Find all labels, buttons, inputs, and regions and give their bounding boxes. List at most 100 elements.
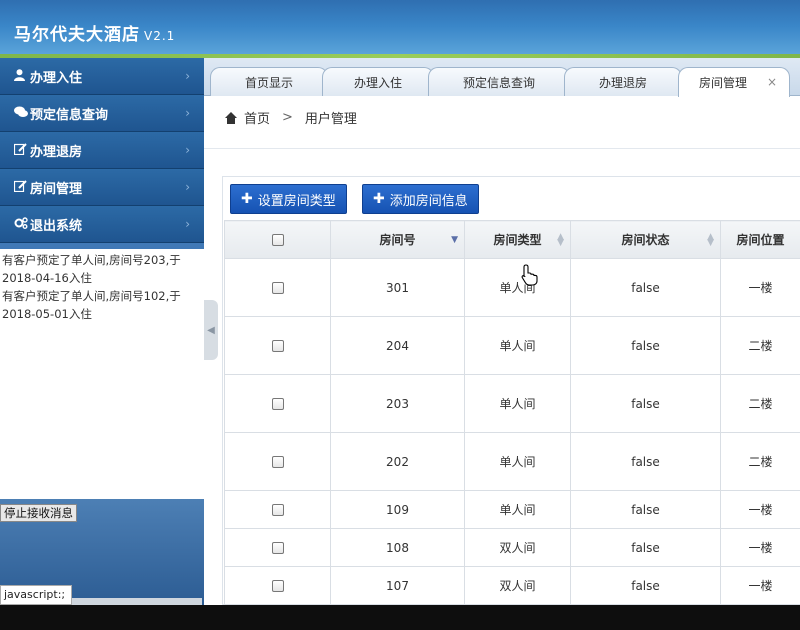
column-label: 房间状态 bbox=[621, 233, 670, 247]
cell-room-type: 单人间 bbox=[464, 490, 571, 529]
column-label: 房间号 bbox=[379, 233, 416, 247]
cell-room-status: false bbox=[570, 432, 721, 491]
select-all-checkbox[interactable] bbox=[271, 234, 284, 246]
table-row[interactable]: 109 单人间 false 一楼 bbox=[224, 490, 800, 529]
cell-room-status: false bbox=[570, 316, 721, 375]
row-select-cell bbox=[224, 316, 331, 375]
cell-room-status: false bbox=[570, 566, 721, 605]
room-table: 房间号 ▼ 房间类型 ▲ ▼ 房间状态 ▲ ▼ 房间位置 301 单人间 false 一楼… bbox=[224, 220, 800, 605]
set-room-type-button[interactable]: ✚ 设置房间类型 bbox=[230, 184, 347, 214]
cell-room-no: 109 bbox=[330, 490, 465, 529]
sidebar-collapse-handle[interactable]: ◀ bbox=[204, 300, 218, 360]
stop-receiving-button[interactable]: 停止接收消息 bbox=[0, 504, 77, 522]
table-row[interactable]: 301 单人间 false 一楼 bbox=[224, 258, 800, 317]
button-label: 添加房间信息 bbox=[389, 193, 468, 209]
cell-room-location: 一楼 bbox=[720, 490, 800, 529]
tab-checkout[interactable]: 办理退房 bbox=[564, 67, 682, 96]
app-version: V2.1 bbox=[144, 29, 176, 43]
cell-room-status: false bbox=[570, 528, 721, 567]
table-header-row: 房间号 ▼ 房间类型 ▲ ▼ 房间状态 ▲ ▼ 房间位置 bbox=[224, 220, 800, 259]
tab-label: 办理入住 bbox=[353, 75, 402, 90]
button-label: 设置房间类型 bbox=[257, 193, 336, 209]
row-checkbox[interactable] bbox=[271, 398, 284, 410]
sidebar-item-room-management[interactable]: 房间管理 › bbox=[0, 169, 204, 206]
sidebar-item-checkout[interactable]: 办理退房 › bbox=[0, 132, 204, 169]
cell-room-location: 一楼 bbox=[720, 566, 800, 605]
sidebar-item-checkin[interactable]: 办理入住 › bbox=[0, 58, 204, 95]
cell-room-location: 一楼 bbox=[720, 528, 800, 567]
user-icon bbox=[14, 68, 30, 84]
row-checkbox[interactable] bbox=[271, 456, 284, 468]
gears-icon bbox=[14, 216, 30, 232]
cell-room-status: false bbox=[570, 374, 721, 433]
table-row[interactable]: 107 双人间 false 一楼 bbox=[224, 566, 800, 605]
message-item: 有客户预定了单人间,房间号203,于2018-04-16入住 bbox=[2, 253, 181, 285]
row-checkbox[interactable] bbox=[271, 504, 284, 516]
plus-icon: ✚ bbox=[241, 191, 253, 207]
close-icon[interactable]: × bbox=[767, 75, 777, 89]
chevron-right-icon: › bbox=[185, 180, 190, 194]
cell-room-type: 单人间 bbox=[464, 316, 571, 375]
sidebar-item-label: 房间管理 bbox=[30, 181, 83, 197]
table-row[interactable]: 203 单人间 false 二楼 bbox=[224, 374, 800, 433]
message-item: 有客户预定了单人间,房间号102,于2018-05-01入住 bbox=[2, 289, 181, 321]
column-header-room-location[interactable]: 房间位置 bbox=[720, 220, 800, 259]
column-header-room-no[interactable]: 房间号 ▼ bbox=[330, 220, 465, 259]
sort-desc-icon: ▼ bbox=[451, 235, 458, 245]
edit-icon bbox=[13, 142, 30, 158]
cell-room-no: 202 bbox=[330, 432, 465, 491]
cell-room-type: 双人间 bbox=[464, 528, 571, 567]
sort-icon: ▲ ▼ bbox=[557, 232, 564, 248]
breadcrumb-home[interactable]: 首页 bbox=[244, 108, 270, 127]
app-title: 马尔代夫大酒店 V2.1 bbox=[14, 20, 175, 45]
table-row[interactable]: 202 单人间 false 二楼 bbox=[224, 432, 800, 491]
breadcrumb-separator: > bbox=[282, 110, 293, 125]
divider bbox=[204, 148, 800, 149]
cell-room-type: 单人间 bbox=[464, 432, 571, 491]
tab-reservation-query[interactable]: 预定信息查询 bbox=[428, 67, 570, 96]
cell-room-location: 二楼 bbox=[720, 374, 800, 433]
column-header-room-status[interactable]: 房间状态 ▲ ▼ bbox=[570, 220, 721, 259]
horizontal-scrollbar[interactable] bbox=[72, 598, 202, 605]
row-checkbox[interactable] bbox=[271, 282, 284, 294]
cell-room-location: 一楼 bbox=[720, 258, 800, 317]
hand-cursor-icon bbox=[521, 264, 538, 286]
tab-label: 办理退房 bbox=[598, 75, 647, 90]
bottom-frame bbox=[0, 605, 800, 630]
home-icon bbox=[224, 111, 238, 124]
tab-checkin[interactable]: 办理入住 bbox=[322, 67, 434, 96]
cell-room-no: 107 bbox=[330, 566, 465, 605]
column-header-room-type[interactable]: 房间类型 ▲ ▼ bbox=[464, 220, 571, 259]
sidebar-item-reservation-query[interactable]: 预定信息查询 › bbox=[0, 95, 204, 132]
table-row[interactable]: 204 单人间 false 二楼 bbox=[224, 316, 800, 375]
tab-bar: 首页显示 办理入住 预定信息查询 办理退房 房间管理 × bbox=[204, 58, 800, 97]
sidebar-item-label: 办理入住 bbox=[30, 70, 83, 86]
chevron-right-icon: › bbox=[185, 217, 190, 231]
tab-label: 房间管理 bbox=[698, 76, 747, 90]
cell-room-location: 二楼 bbox=[720, 316, 800, 375]
table-row[interactable]: 108 双人间 false 一楼 bbox=[224, 528, 800, 567]
row-select-cell bbox=[224, 432, 331, 491]
comments-icon bbox=[14, 106, 30, 121]
browser-status-text: javascript:; bbox=[0, 585, 72, 605]
tab-home[interactable]: 首页显示 bbox=[210, 67, 328, 96]
row-checkbox[interactable] bbox=[271, 542, 284, 554]
row-select-cell bbox=[224, 374, 331, 433]
row-select-cell bbox=[224, 258, 331, 317]
cell-room-type: 单人间 bbox=[464, 258, 571, 317]
app-header: 马尔代夫大酒店 V2.1 bbox=[0, 0, 800, 58]
tab-label: 首页显示 bbox=[244, 75, 293, 90]
message-panel: 有客户预定了单人间,房间号203,于2018-04-16入住 有客户预定了单人间… bbox=[0, 249, 204, 499]
cell-room-location: 二楼 bbox=[720, 432, 800, 491]
row-checkbox[interactable] bbox=[271, 340, 284, 352]
sidebar-item-label: 预定信息查询 bbox=[30, 107, 109, 123]
sidebar: 办理入住 › 预定信息查询 › 办理退房 › 房间管理 › 退出系统 › 有客户… bbox=[0, 58, 204, 605]
row-checkbox[interactable] bbox=[271, 580, 284, 592]
add-room-button[interactable]: ✚ 添加房间信息 bbox=[362, 184, 479, 214]
cell-room-no: 203 bbox=[330, 374, 465, 433]
column-label: 房间位置 bbox=[736, 233, 785, 247]
tab-room-management[interactable]: 房间管理 × bbox=[678, 67, 790, 97]
sidebar-item-logout[interactable]: 退出系统 › bbox=[0, 206, 204, 243]
cell-room-type: 双人间 bbox=[464, 566, 571, 605]
breadcrumb: 首页 > 用户管理 bbox=[224, 108, 357, 127]
